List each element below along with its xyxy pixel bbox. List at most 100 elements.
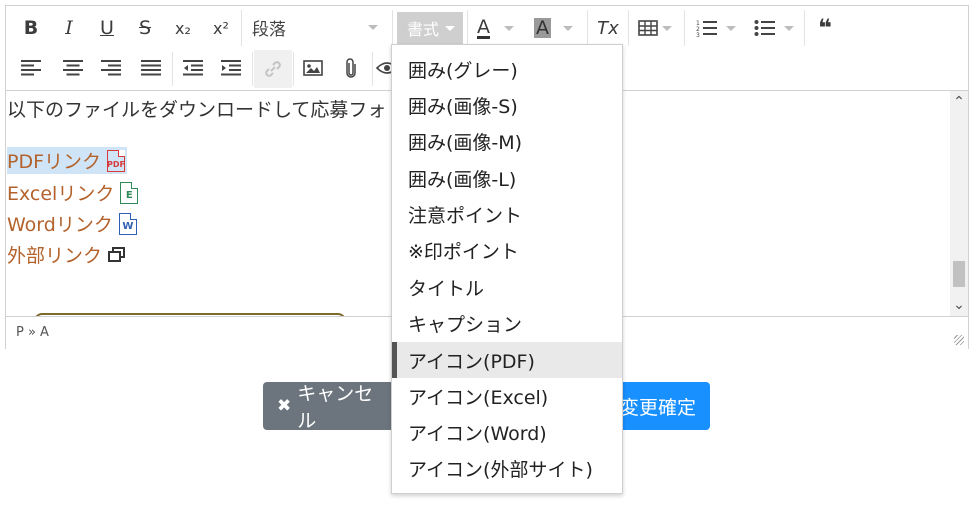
chevron-down-icon [662, 25, 672, 31]
scroll-down-icon[interactable]: ⌄ [950, 296, 968, 314]
style-option[interactable]: タイトル [392, 269, 622, 305]
blockquote-button[interactable]: ❝ [808, 12, 842, 44]
paragraph-format-select[interactable]: 段落 [242, 12, 386, 42]
indent-button[interactable] [214, 52, 248, 84]
excel-link[interactable]: Excelリンク E [7, 179, 139, 206]
chevron-down-icon [563, 25, 573, 31]
toolbar-divider [372, 52, 373, 86]
editor-scrollbar[interactable]: ⌃ ⌄ [950, 91, 968, 316]
scroll-thumb[interactable] [953, 261, 965, 287]
svg-text:3: 3 [696, 32, 700, 38]
align-right-icon [101, 60, 121, 76]
align-right-button[interactable] [94, 52, 128, 84]
insert-image-button[interactable] [296, 52, 330, 84]
intro-text: 以下のファイルをダウンロードして応募フォ [7, 99, 387, 121]
toolbar-divider [684, 10, 685, 46]
text-color-icon: A [477, 15, 490, 39]
pdf-file-icon: PDF [107, 149, 126, 172]
styles-label: 書式 [407, 20, 440, 39]
cancel-button[interactable]: ✖ キャンセル [263, 382, 403, 432]
image-icon [303, 60, 323, 76]
toolbar-divider [804, 10, 805, 46]
chevron-down-icon [504, 25, 514, 31]
align-left-icon [21, 60, 41, 76]
style-option[interactable]: 注意ポイント [392, 196, 622, 232]
chevron-down-icon [784, 25, 794, 31]
styles-dropdown-button[interactable]: 書式 [397, 12, 463, 44]
outdent-icon [183, 60, 203, 76]
excel-file-icon: E [120, 181, 139, 204]
resize-grip-icon[interactable] [954, 335, 964, 345]
remove-format-icon: Tx [597, 17, 619, 39]
chevron-down-icon [445, 25, 456, 31]
style-option[interactable]: 囲み(グレー) [392, 51, 622, 87]
confirm-label: 変更確定 [619, 396, 696, 419]
style-option[interactable]: 囲み(画像-S) [392, 87, 622, 123]
cancel-label: キャンセル [297, 383, 374, 432]
close-icon: ✖ [277, 396, 292, 416]
bulleted-list-button[interactable] [748, 12, 800, 44]
table-icon [638, 20, 658, 36]
toolbar-divider [172, 52, 173, 86]
word-link-text: Wordリンク [7, 214, 113, 236]
external-link[interactable]: 外部リンク [7, 241, 126, 268]
text-color-button[interactable]: A [469, 12, 521, 44]
pdf-link-selection: PDFリンク PDF [7, 147, 128, 174]
indent-icon [221, 60, 241, 76]
superscript-button[interactable]: x² [204, 12, 238, 44]
align-center-button[interactable] [56, 52, 90, 84]
style-option-selected[interactable]: アイコン(PDF) [392, 342, 622, 378]
element-path: P » A [16, 325, 49, 340]
remove-format-button[interactable]: Tx [591, 12, 625, 44]
blockquote-icon: ❝ [817, 14, 833, 42]
align-center-icon [63, 60, 83, 76]
style-option[interactable]: アイコン(外部サイト) [392, 450, 622, 486]
word-file-icon: W [118, 212, 137, 235]
align-left-button[interactable] [14, 52, 48, 84]
underline-icon: U [100, 17, 114, 39]
toolbar-divider [252, 52, 253, 86]
strikethrough-icon: S [138, 17, 152, 39]
styles-dropdown-menu: 囲み(グレー) 囲み(画像-S) 囲み(画像-M) 囲み(画像-L) 注意ポイン… [391, 44, 623, 494]
excel-link-text: Excelリンク [7, 183, 115, 205]
italic-button[interactable]: I [52, 12, 86, 44]
strikethrough-button[interactable]: S [128, 12, 162, 44]
underline-button[interactable]: U [90, 12, 124, 44]
scroll-up-icon[interactable]: ⌃ [950, 93, 968, 111]
pdf-link-text: PDFリンク [7, 151, 102, 173]
style-option[interactable]: 囲み(画像-M) [392, 123, 622, 159]
subscript-icon: x₂ [175, 18, 191, 38]
toolbar-divider [293, 52, 294, 86]
style-option[interactable]: ※印ポイント [392, 232, 622, 268]
style-option[interactable]: アイコン(Excel) [392, 378, 622, 414]
italic-icon: I [65, 17, 73, 39]
chevron-down-icon [726, 25, 736, 31]
style-option[interactable]: 囲み(画像-L) [392, 160, 622, 196]
link-button[interactable] [254, 50, 292, 88]
numbered-list-icon: 123 [696, 20, 717, 38]
toolbar-divider [467, 10, 468, 46]
table-button[interactable] [632, 12, 678, 44]
word-link[interactable]: Wordリンク W [7, 210, 137, 237]
align-justify-icon [141, 60, 161, 76]
external-link-text: 外部リンク [7, 245, 103, 267]
paperclip-icon [346, 58, 356, 78]
style-option[interactable]: アイコン(Word) [392, 414, 622, 450]
bulleted-list-icon [754, 20, 775, 36]
pdf-link[interactable]: PDFリンク PDF [7, 147, 128, 174]
superscript-icon: x² [213, 18, 229, 38]
style-option[interactable]: キャプション [392, 305, 622, 341]
bold-button[interactable]: B [14, 12, 48, 44]
align-justify-button[interactable] [134, 52, 168, 84]
chevron-down-icon [368, 24, 378, 30]
paragraph-format-label: 段落 [252, 19, 286, 40]
numbered-list-button[interactable]: 123 [690, 12, 742, 44]
toolbar-divider [392, 10, 393, 46]
toolbar-divider [587, 10, 588, 46]
toolbar-divider [628, 10, 629, 46]
outdent-button[interactable] [176, 52, 210, 84]
attach-file-button[interactable] [334, 52, 368, 84]
link-icon [265, 61, 281, 77]
subscript-button[interactable]: x₂ [166, 12, 200, 44]
background-color-button[interactable]: A [526, 12, 582, 44]
